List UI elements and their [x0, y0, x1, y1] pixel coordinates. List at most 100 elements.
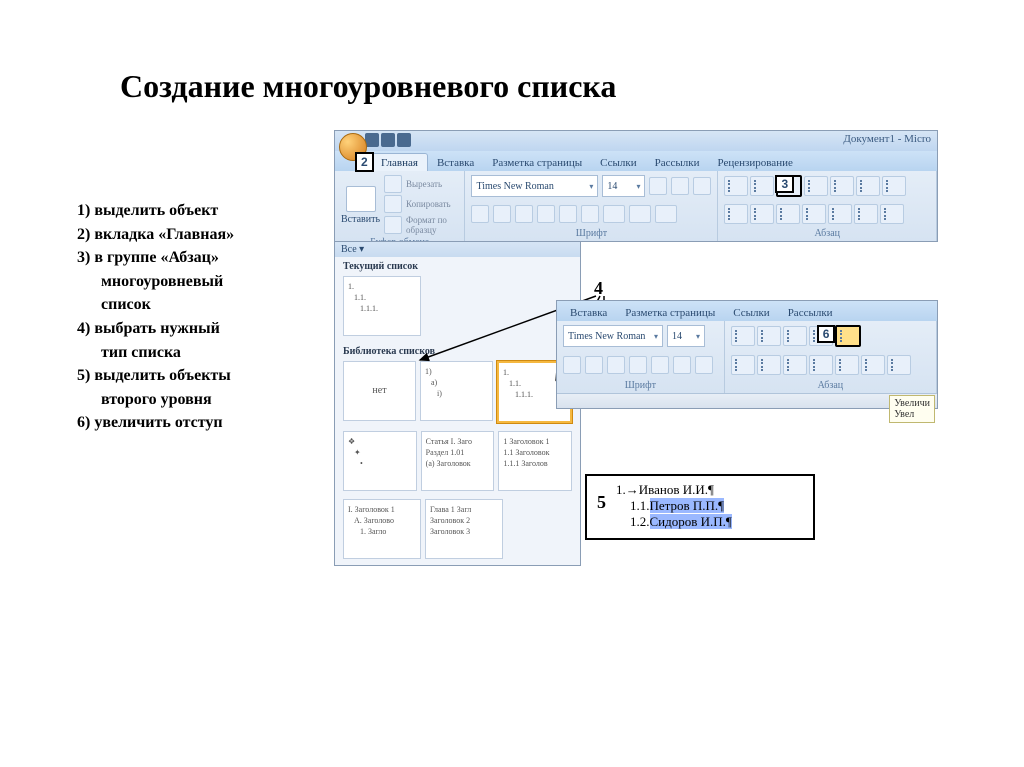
sub2-button[interactable]	[651, 356, 669, 374]
ribbon-body: Вставить Вырезать Копировать Формат по о…	[335, 171, 937, 241]
borders-button[interactable]	[880, 204, 904, 224]
group2-font: Times New Roman 14 Шрифт	[557, 321, 725, 393]
font-family-select[interactable]: Times New Roman	[471, 175, 598, 197]
tab-insert[interactable]: Вставка	[428, 154, 483, 171]
bullets-button[interactable]	[724, 176, 748, 196]
shrink-font-button[interactable]	[671, 177, 689, 195]
bold-button[interactable]	[471, 205, 489, 223]
callout-4: 4	[594, 278, 603, 299]
list-thumb-none[interactable]: нет	[343, 361, 416, 421]
thumb-line: 1 Заголовок 1	[503, 436, 567, 447]
multilevel2-button[interactable]	[783, 326, 807, 346]
tab-mail[interactable]: Рассылки	[646, 154, 709, 171]
thumb-line: ❖	[348, 436, 412, 447]
document-title: Документ1 - Micro	[843, 133, 931, 145]
tab-refs[interactable]: Ссылки	[591, 154, 645, 171]
justify2[interactable]	[809, 355, 833, 375]
highlight-button[interactable]	[629, 205, 651, 223]
grow-font-button[interactable]	[649, 177, 667, 195]
cut-button[interactable]: Вырезать	[384, 175, 458, 193]
align-right2[interactable]	[783, 355, 807, 375]
list-thumb-8[interactable]: Глава 1 Загл Заголовок 2 Заголовок 3	[425, 499, 503, 559]
brush-icon	[384, 216, 402, 234]
italic-button[interactable]	[493, 205, 511, 223]
quick-access-toolbar[interactable]	[365, 133, 411, 147]
spacing2[interactable]	[835, 355, 859, 375]
paste-button[interactable]: Вставить	[341, 186, 380, 225]
paragraph2-group-label: Абзац	[731, 380, 930, 391]
borders2[interactable]	[887, 355, 911, 375]
section-current-list: Текущий список	[335, 257, 580, 274]
list-thumb-6[interactable]: 1 Заголовок 1 1.1 Заголовок 1.1.1 Заголо…	[498, 431, 572, 491]
bold2-button[interactable]	[563, 356, 581, 374]
underline2-button[interactable]	[607, 356, 625, 374]
superscript-button[interactable]	[581, 205, 599, 223]
thumb-line: •	[348, 458, 412, 469]
tab-home[interactable]: Главная	[371, 153, 428, 171]
list-thumb-current[interactable]: 1. 1.1. 1.1.1.	[343, 276, 421, 336]
tab2-insert[interactable]: Вставка	[561, 304, 616, 321]
align-left-button[interactable]	[724, 204, 748, 224]
list-thumb-2[interactable]: 1) a) i)	[420, 361, 493, 421]
format-painter-button[interactable]: Формат по образцу	[384, 215, 458, 235]
italic2-button[interactable]	[585, 356, 603, 374]
font-size-select[interactable]: 14	[602, 175, 645, 197]
line-spacing-button[interactable]	[828, 204, 852, 224]
strike2-button[interactable]	[629, 356, 647, 374]
tab2-mail[interactable]: Рассылки	[779, 304, 842, 321]
font2-size-select[interactable]: 14	[667, 325, 705, 347]
qat-save-icon[interactable]	[365, 133, 379, 147]
tab2-layout[interactable]: Разметка страницы	[616, 304, 724, 321]
example-5-box: 5 1.→Иванов И.И.¶ 1.1.Петров П.П.¶ 1.2.С…	[585, 474, 815, 540]
font-color-button[interactable]	[655, 205, 677, 223]
subscript-button[interactable]	[559, 205, 577, 223]
list-thumb-4[interactable]: ❖ ✦ •	[343, 431, 417, 491]
case-button[interactable]	[603, 205, 625, 223]
list-thumb-7[interactable]: I. Заголовок 1 A. Заголово 1. Загло	[343, 499, 421, 559]
shading2[interactable]	[861, 355, 885, 375]
bullets2-button[interactable]	[731, 326, 755, 346]
step-4: 4) выбрать нужный	[77, 318, 317, 340]
strike-button[interactable]	[537, 205, 555, 223]
qat-undo-icon[interactable]	[381, 133, 395, 147]
thumb-line: Заголовок 3	[430, 526, 498, 537]
step-3: 3) в группе «Абзац»	[77, 247, 317, 269]
font-group-label: Шрифт	[471, 228, 711, 239]
color2-button[interactable]	[695, 356, 713, 374]
scissors-icon	[384, 175, 402, 193]
decrease-indent-button[interactable]	[804, 176, 828, 196]
ex5-line3: 1.2.Сидоров И.П.¶	[616, 514, 732, 530]
font-family-value: Times New Roman	[568, 331, 645, 342]
increase-indent-button[interactable]	[830, 176, 854, 196]
step-6: 6) увеличить отступ	[77, 412, 317, 434]
font2-family-select[interactable]: Times New Roman	[563, 325, 663, 347]
show-marks-button[interactable]	[882, 176, 906, 196]
sup2-button[interactable]	[673, 356, 691, 374]
thumb-line: i)	[425, 388, 488, 399]
increase-indent2-button[interactable]: 6	[835, 325, 861, 347]
numbering2-button[interactable]	[757, 326, 781, 346]
thumb-line: 1. Загло	[348, 526, 416, 537]
sort-button[interactable]	[856, 176, 880, 196]
copy-button[interactable]: Копировать	[384, 195, 458, 213]
align-right-button[interactable]	[776, 204, 800, 224]
tab-review[interactable]: Рецензирование	[709, 154, 802, 171]
numbering-button[interactable]	[750, 176, 774, 196]
multilevel-list-button[interactable]: 3	[776, 175, 802, 197]
align-center-button[interactable]	[750, 204, 774, 224]
justify-button[interactable]	[802, 204, 826, 224]
ex5-l3-text: Сидоров И.П.¶	[650, 514, 732, 529]
align-center2[interactable]	[757, 355, 781, 375]
align-left2[interactable]	[731, 355, 755, 375]
step-5: 5) выделить объекты	[77, 365, 317, 387]
step-3-line3: список	[77, 294, 317, 316]
callout-2: 2	[355, 152, 374, 172]
tab-layout[interactable]: Разметка страницы	[483, 154, 591, 171]
shading-button[interactable]	[854, 204, 878, 224]
underline-button[interactable]	[515, 205, 533, 223]
list-thumb-5[interactable]: Статья I. Заго Раздел 1.01 (a) Заголовок	[421, 431, 495, 491]
dropdown-filter-bar[interactable]: Все ▾	[335, 242, 580, 257]
tab2-refs[interactable]: Ссылки	[724, 304, 778, 321]
clear-format-button[interactable]	[693, 177, 711, 195]
qat-redo-icon[interactable]	[397, 133, 411, 147]
